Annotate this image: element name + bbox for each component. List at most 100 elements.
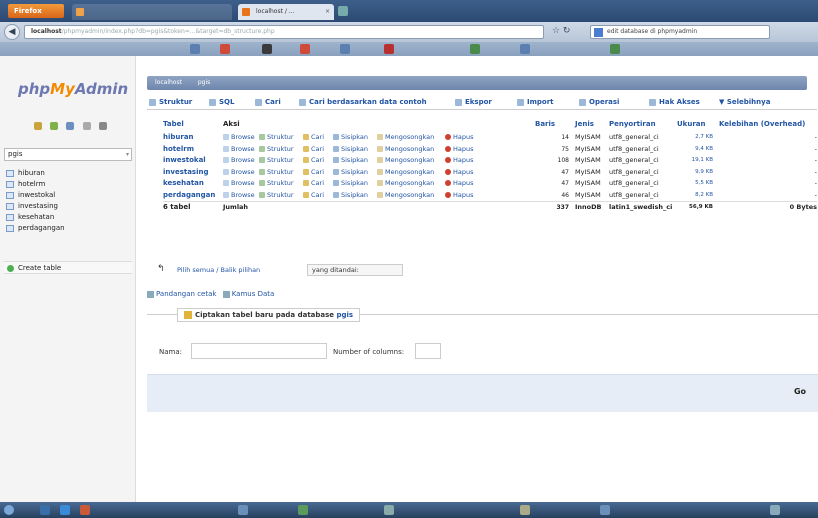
start-icon[interactable] — [4, 505, 14, 515]
col-ukuran[interactable]: Ukuran — [677, 120, 705, 128]
bookmark-icon[interactable] — [610, 44, 620, 54]
action-cari[interactable]: Cari — [303, 178, 324, 189]
data-dictionary-link[interactable]: Kamus Data — [232, 290, 275, 298]
browser-tab-2[interactable]: localhost / ... × — [238, 4, 334, 20]
legend-db-link[interactable]: pgis — [336, 311, 353, 319]
action-struktur[interactable]: Struktur — [259, 178, 294, 189]
table-name-link[interactable]: inwestokal — [163, 155, 219, 166]
sidebar-item-hiburan[interactable]: hiburan — [4, 168, 132, 179]
table-name-input[interactable] — [191, 343, 327, 359]
table-name-link[interactable]: kesehatan — [163, 178, 219, 189]
number-of-columns-input[interactable] — [415, 343, 441, 359]
tab-query[interactable]: Cari berdasarkan data contoh — [299, 98, 427, 106]
taskbar-app-icon[interactable] — [40, 505, 50, 515]
table-name-link[interactable]: hiburan — [163, 132, 219, 143]
with-selected-dropdown[interactable]: yang ditandai: — [307, 264, 403, 276]
new-tab-button[interactable] — [338, 6, 348, 16]
action-struktur[interactable]: Struktur — [259, 155, 294, 166]
table-name-link[interactable]: perdagangan — [163, 190, 219, 201]
action-hapus[interactable]: Hapus — [445, 178, 474, 189]
taskbar-app-icon[interactable] — [600, 505, 610, 515]
sidebar-item-perdagangan[interactable]: perdagangan — [4, 223, 132, 234]
action-hapus[interactable]: Hapus — [445, 132, 474, 143]
action-browse[interactable]: Browse — [223, 178, 255, 189]
action-sisipkan[interactable]: Sisipkan — [333, 144, 368, 155]
bookmark-icon[interactable] — [520, 44, 530, 54]
size[interactable]: 8,2 KB — [669, 190, 713, 201]
action-browse[interactable]: Browse — [223, 132, 255, 143]
bookmark-icon[interactable] — [190, 44, 200, 54]
action-sisipkan[interactable]: Sisipkan — [333, 190, 368, 201]
col-penyortiran[interactable]: Penyortiran — [609, 120, 656, 128]
action-mengosongkan[interactable]: Mengosongkan — [377, 167, 434, 178]
sidebar-item-investasing[interactable]: investasing — [4, 201, 132, 212]
action-sisipkan[interactable]: Sisipkan — [333, 178, 368, 189]
breadcrumb-database[interactable]: pgis — [198, 79, 210, 86]
reload-icon[interactable]: ☆ ↻ — [552, 26, 570, 36]
bookmark-icon[interactable] — [220, 44, 230, 54]
sidebar-item-hotelrm[interactable]: hotelrm — [4, 179, 132, 190]
bookmark-icon[interactable] — [340, 44, 350, 54]
url-bar[interactable]: localhost/phpmyadmin/index.php?db=pgis&t… — [24, 25, 544, 39]
col-overhead[interactable]: Kelebihan (Overhead) — [719, 120, 805, 128]
action-mengosongkan[interactable]: Mengosongkan — [377, 155, 434, 166]
action-cari[interactable]: Cari — [303, 167, 324, 178]
action-browse[interactable]: Browse — [223, 190, 255, 201]
check-all-link[interactable]: Pilih semua / Balik pilihan — [177, 266, 260, 274]
action-cari[interactable]: Cari — [303, 155, 324, 166]
tab-hak-akses[interactable]: Hak Akses — [649, 98, 700, 106]
close-icon[interactable]: × — [325, 4, 330, 20]
taskbar-app-icon[interactable] — [238, 505, 248, 515]
action-browse[interactable]: Browse — [223, 167, 255, 178]
action-mengosongkan[interactable]: Mengosongkan — [377, 144, 434, 155]
gear-icon[interactable] — [98, 122, 107, 130]
breadcrumb-server[interactable]: localhost — [155, 79, 182, 86]
sql-query-icon[interactable] — [66, 122, 75, 130]
action-sisipkan[interactable]: Sisipkan — [333, 132, 368, 143]
action-hapus[interactable]: Hapus — [445, 167, 474, 178]
tab-ekspor[interactable]: Ekspor — [455, 98, 492, 106]
size[interactable]: 2,7 KB — [669, 132, 713, 143]
browser-tab-1[interactable] — [72, 4, 232, 20]
sidebar-item-kesehatan[interactable]: kesehatan — [4, 212, 132, 223]
docs-icon[interactable] — [82, 122, 91, 130]
sidebar-item-inwestokal[interactable]: inwestokal — [4, 190, 132, 201]
home-icon[interactable] — [34, 122, 42, 130]
action-sisipkan[interactable]: Sisipkan — [333, 167, 368, 178]
taskbar-app-icon[interactable] — [520, 505, 530, 515]
action-browse[interactable]: Browse — [223, 155, 255, 166]
taskbar-app-icon[interactable] — [298, 505, 308, 515]
tray-icon[interactable] — [770, 505, 780, 515]
bookmark-icon[interactable] — [470, 44, 480, 54]
col-tabel[interactable]: Tabel — [163, 120, 184, 128]
action-mengosongkan[interactable]: Mengosongkan — [377, 132, 434, 143]
size[interactable]: 9,9 KB — [669, 167, 713, 178]
tab-cari[interactable]: Cari — [255, 98, 281, 106]
action-sisipkan[interactable]: Sisipkan — [333, 155, 368, 166]
phpmyadmin-logo[interactable]: phpMyAdmin — [18, 80, 128, 98]
firefox-menu-button[interactable]: Firefox — [8, 4, 64, 18]
print-view-link[interactable]: Pandangan cetak — [156, 290, 216, 298]
taskbar-app-icon[interactable] — [80, 505, 90, 515]
taskbar-app-icon[interactable] — [384, 505, 394, 515]
search-input[interactable]: edit database di phpmyadmin — [590, 25, 770, 39]
go-button[interactable]: Go — [794, 387, 806, 396]
size[interactable]: 19,1 KB — [669, 155, 713, 166]
exit-icon[interactable] — [50, 122, 59, 130]
action-struktur[interactable]: Struktur — [259, 190, 294, 201]
tab-operasi[interactable]: Operasi — [579, 98, 619, 106]
create-table-link[interactable]: Create table — [4, 261, 132, 274]
action-mengosongkan[interactable]: Mengosongkan — [377, 178, 434, 189]
bookmark-icon[interactable] — [384, 44, 394, 54]
table-name-link[interactable]: hotelrm — [163, 144, 219, 155]
action-cari[interactable]: Cari — [303, 144, 324, 155]
action-cari[interactable]: Cari — [303, 190, 324, 201]
table-name-link[interactable]: investasing — [163, 167, 219, 178]
action-cari[interactable]: Cari — [303, 132, 324, 143]
bookmark-icon[interactable] — [300, 44, 310, 54]
action-struktur[interactable]: Struktur — [259, 167, 294, 178]
taskbar-app-icon[interactable] — [60, 505, 70, 515]
action-hapus[interactable]: Hapus — [445, 144, 474, 155]
bookmark-icon[interactable] — [262, 44, 272, 54]
back-arrow-icon[interactable]: ◀ — [4, 24, 20, 40]
